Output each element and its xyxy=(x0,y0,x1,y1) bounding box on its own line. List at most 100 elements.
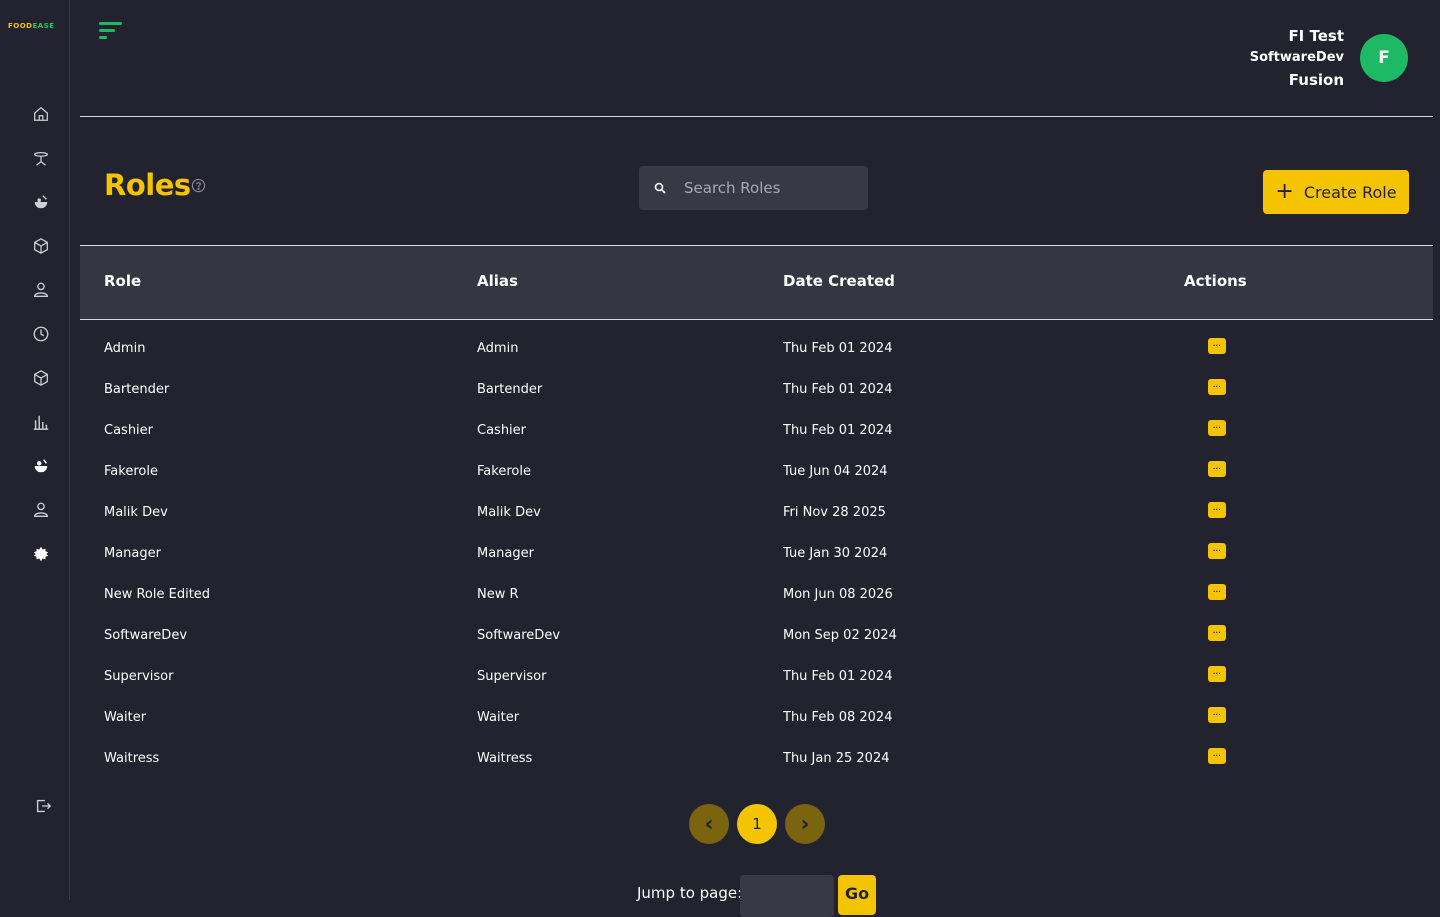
alias-cell: Waitress xyxy=(477,751,533,766)
alias-cell: Malik Dev xyxy=(477,505,541,520)
role-cell: SoftwareDev xyxy=(104,628,188,643)
alias-cell: Bartender xyxy=(477,382,543,397)
role-cell: Malik Dev xyxy=(104,505,168,520)
role-cell: Bartender xyxy=(104,382,170,397)
package-icon[interactable] xyxy=(31,236,51,256)
help-icon[interactable] xyxy=(191,178,206,193)
alias-cell: New R xyxy=(477,587,519,602)
search-icon xyxy=(654,182,666,194)
table-row: Waitress Waitress Thu Jan 25 2024 ··· xyxy=(80,738,1433,779)
actions-button[interactable]: ··· xyxy=(1208,625,1226,641)
logo-text-ease: EASE xyxy=(32,22,55,30)
user-org: Fusion xyxy=(1288,71,1344,89)
role-cell: Cashier xyxy=(104,423,154,438)
search-box xyxy=(639,166,868,210)
role-cell: Supervisor xyxy=(104,669,174,684)
actions-button[interactable]: ··· xyxy=(1208,502,1226,518)
page-1-button[interactable]: 1 xyxy=(737,804,777,844)
next-page-button[interactable]: › xyxy=(785,804,825,844)
menu-toggle-icon[interactable] xyxy=(99,20,125,42)
role-cell: Waitress xyxy=(104,751,160,766)
date-cell: Thu Jan 25 2024 xyxy=(783,751,890,766)
role-cell: Admin xyxy=(104,341,146,356)
plus-icon: + xyxy=(1275,179,1294,204)
table-row: Fakerole Fakerole Tue Jun 04 2024 ··· xyxy=(80,451,1433,492)
actions-button[interactable]: ··· xyxy=(1208,707,1226,723)
actions-button[interactable]: ··· xyxy=(1208,666,1226,682)
actions-button[interactable]: ··· xyxy=(1208,338,1226,354)
actions-button[interactable]: ··· xyxy=(1208,748,1226,764)
table-row: Malik Dev Malik Dev Fri Nov 28 2025 ··· xyxy=(80,492,1433,533)
date-cell: Thu Feb 01 2024 xyxy=(783,382,893,397)
date-cell: Thu Feb 01 2024 xyxy=(783,341,893,356)
table-header: Role Alias Date Created Actions xyxy=(80,246,1433,320)
menu-food-icon[interactable] xyxy=(31,456,51,476)
header-alias: Alias xyxy=(477,272,518,290)
chevron-left-icon: ‹ xyxy=(704,811,714,837)
table-row: New Role Edited New R Mon Jun 08 2026 ··… xyxy=(80,574,1433,615)
settings-icon[interactable] xyxy=(31,544,51,564)
alias-cell: Supervisor xyxy=(477,669,547,684)
role-cell: New Role Edited xyxy=(104,587,211,602)
table-icon[interactable] xyxy=(31,148,51,168)
date-cell: Thu Feb 08 2024 xyxy=(783,710,893,725)
table-row: Manager Manager Tue Jan 30 2024 ··· xyxy=(80,533,1433,574)
main-content: FI Test SoftwareDev Fusion F Roles + Cre… xyxy=(80,0,1433,917)
food-icon[interactable] xyxy=(31,192,51,212)
date-cell: Tue Jan 30 2024 xyxy=(783,546,888,561)
user-info: FI Test SoftwareDev Fusion xyxy=(1250,25,1344,91)
inventory-icon[interactable] xyxy=(31,368,51,388)
jump-to-page-label: Jump to page: xyxy=(637,884,743,902)
date-cell: Thu Feb 01 2024 xyxy=(783,669,893,684)
logout-icon[interactable] xyxy=(33,796,53,816)
date-cell: Mon Sep 02 2024 xyxy=(783,628,897,643)
header-actions: Actions xyxy=(1184,272,1247,290)
user-name: FI Test xyxy=(1288,27,1344,45)
alias-cell: Waiter xyxy=(477,710,520,725)
alias-cell: Manager xyxy=(477,546,534,561)
table-row: Bartender Bartender Thu Feb 01 2024 ··· xyxy=(80,369,1433,410)
table-row: Cashier Cashier Thu Feb 01 2024 ··· xyxy=(80,410,1433,451)
actions-button[interactable]: ··· xyxy=(1208,584,1226,600)
prev-page-button[interactable]: ‹ xyxy=(689,804,729,844)
alias-cell: SoftwareDev xyxy=(477,628,561,643)
role-cell: Waiter xyxy=(104,710,147,725)
home-icon[interactable] xyxy=(31,104,51,124)
sidebar: FOODEASE xyxy=(0,0,70,900)
chevron-right-icon: › xyxy=(800,811,810,837)
chart-icon[interactable] xyxy=(31,412,51,432)
table-row: Waiter Waiter Thu Feb 08 2024 ··· xyxy=(80,697,1433,738)
date-cell: Fri Nov 28 2025 xyxy=(783,505,886,520)
header-date: Date Created xyxy=(783,272,895,290)
header-divider xyxy=(80,116,1433,117)
user-role: SoftwareDev xyxy=(1249,50,1344,65)
actions-button[interactable]: ··· xyxy=(1208,543,1226,559)
alias-cell: Fakerole xyxy=(477,464,531,479)
alias-cell: Admin xyxy=(477,341,519,356)
avatar[interactable]: F xyxy=(1360,34,1408,82)
user-icon[interactable] xyxy=(31,280,51,300)
date-cell: Thu Feb 01 2024 xyxy=(783,423,893,438)
actions-button[interactable]: ··· xyxy=(1208,379,1226,395)
search-input[interactable] xyxy=(682,178,856,198)
create-role-label: Create Role xyxy=(1303,182,1397,202)
date-cell: Mon Jun 08 2026 xyxy=(783,587,893,602)
actions-button[interactable]: ··· xyxy=(1208,461,1226,477)
alias-cell: Cashier xyxy=(477,423,527,438)
logo[interactable]: FOODEASE xyxy=(8,22,55,30)
header-role: Role xyxy=(104,272,142,290)
staff-icon[interactable] xyxy=(31,500,51,520)
actions-button[interactable]: ··· xyxy=(1208,420,1226,436)
table-row: Supervisor Supervisor Thu Feb 01 2024 ··… xyxy=(80,656,1433,697)
create-role-button[interactable]: + Create Role xyxy=(1263,170,1409,214)
page-title: Roles xyxy=(104,168,191,202)
go-button[interactable]: Go xyxy=(838,875,876,915)
logo-text-food: FOOD xyxy=(8,22,33,30)
role-cell: Manager xyxy=(104,546,161,561)
jump-page-input[interactable] xyxy=(740,875,834,917)
table-row: SoftwareDev SoftwareDev Mon Sep 02 2024 … xyxy=(80,615,1433,656)
role-cell: Fakerole xyxy=(104,464,158,479)
clock-icon[interactable] xyxy=(31,324,51,344)
date-cell: Tue Jun 04 2024 xyxy=(783,464,888,479)
table-row: Admin Admin Thu Feb 01 2024 ··· xyxy=(80,328,1433,369)
